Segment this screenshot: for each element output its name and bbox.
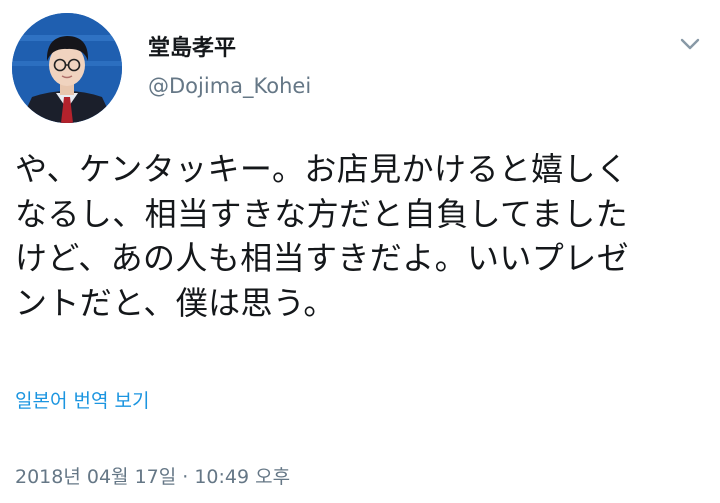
- chevron-down-icon: [680, 38, 700, 50]
- user-handle[interactable]: @Dojima_Kohei: [148, 76, 311, 97]
- avatar[interactable]: [12, 13, 122, 123]
- display-name[interactable]: 堂島孝平: [148, 38, 236, 60]
- tweet-text: や、ケンタッキー。お店見かけると嬉しく なるし、相当すきな方だと自負してました …: [15, 150, 630, 322]
- avatar-image: [12, 13, 122, 123]
- translate-link[interactable]: 일본어 번역 보기: [15, 392, 149, 411]
- tweet-menu-button[interactable]: [674, 30, 706, 58]
- tweet-timestamp: 2018년 04월 17일 · 10:49 오후: [15, 466, 291, 488]
- tweet-card: 堂島孝平 @Dojima_Kohei や、ケンタッキー。お店見かけると嬉しく な…: [0, 0, 720, 503]
